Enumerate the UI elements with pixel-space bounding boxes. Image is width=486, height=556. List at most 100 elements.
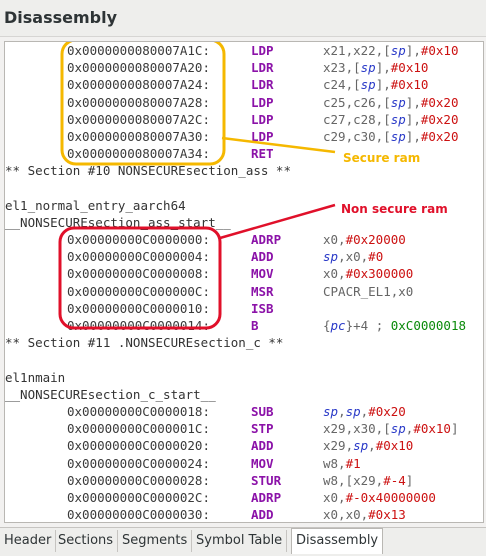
secure-ram-label: Secure ram [343, 151, 421, 165]
operand-token: sp [323, 249, 339, 265]
instruction-row[interactable]: 0x0000000080007A1C: LDP x21,x22,[sp],#0x10 [5, 42, 483, 59]
label-row[interactable]: __NONSECUREsection_ass_start__ [5, 214, 483, 231]
instruction-row[interactable]: 0x0000000080007A30: LDP c29,c30,[sp],#0x20 [5, 128, 483, 145]
instruction-mnemonic: ADD [251, 249, 274, 265]
instruction-operands: sp,sp,#0x20 [323, 403, 406, 420]
tab-segments[interactable]: Segments [118, 530, 193, 552]
instruction-address: 0x00000000C0000000: [67, 232, 210, 248]
instruction-address: 0x00000000C0000008: [67, 266, 210, 282]
operand-token: x0,x0, [323, 507, 369, 523]
tab-sections[interactable]: Sections [54, 530, 119, 552]
operand-token: #-4 [383, 472, 406, 488]
instruction-address: 0x00000000C0000014: [67, 318, 210, 333]
tab-disassembly[interactable]: Disassembly [291, 528, 384, 554]
instruction-row[interactable]: 0x00000000C000002C: ADRP x0,#-0x40000000 [5, 489, 483, 506]
instruction-row[interactable]: 0x00000000C0000028: STUR w8,[x29,#-4] [5, 472, 483, 489]
instruction-address: 0x0000000080007A20: [67, 60, 210, 76]
operand-token: w8, [323, 455, 346, 471]
instruction-row[interactable]: 0x0000000080007A2C: LDP c27,c28,[sp],#0x20 [5, 111, 483, 128]
instruction-row[interactable]: 0x00000000C000001C: STP x29,x30,[sp,#0x10] [5, 420, 483, 437]
instruction-row[interactable]: 0x0000000080007A24: LDR c24,[sp],#0x10 [5, 76, 483, 93]
instruction-row[interactable]: 0x00000000C0000004: ADD sp,x0,#0 [5, 248, 483, 265]
label-text: el1nmain [5, 369, 66, 385]
instruction-operands: x29,x30,[sp,#0x10] [323, 420, 459, 437]
instruction-address: 0x00000000C000002C: [67, 489, 210, 505]
operand-token: x23,[ [323, 60, 361, 76]
operand-token: sp [323, 403, 339, 419]
operand-token: #0x20 [420, 94, 459, 110]
operand-token: c29,c30,[ [323, 128, 391, 144]
operand-token: #0x20000 [345, 232, 406, 248]
label-row[interactable]: ** Section #11 .NONSECUREsection_c ** [5, 334, 483, 351]
instruction-address: 0x0000000080007A30: [67, 128, 210, 144]
label-row[interactable]: el1nmain [5, 369, 483, 386]
operand-token: sp [345, 403, 361, 419]
instruction-mnemonic: LDR [251, 60, 274, 76]
operand-token: #1 [345, 455, 361, 471]
operand-token: sp [360, 77, 376, 93]
tab-header[interactable]: Header [0, 530, 57, 552]
instruction-mnemonic: ADD [251, 507, 274, 523]
operand-token: #0x10 [390, 77, 429, 93]
operand-token: sp [360, 60, 376, 76]
instruction-mnemonic: SUB [251, 403, 274, 419]
operand-token: x29, [323, 438, 354, 454]
operand-token: c25,c26,[ [323, 94, 391, 110]
instruction-row[interactable]: 0x00000000C0000014: B {pc}+4 ; 0xC0000018 [5, 317, 483, 334]
instruction-row[interactable]: 0x00000000C0000030: ADD x0,x0,#0x13 [5, 506, 483, 523]
operand-token: c24,[ [323, 77, 361, 93]
instruction-row[interactable]: 0x00000000C0000008: MOV x0,#0x300000 [5, 265, 483, 282]
instruction-address: 0x0000000080007A24: [67, 77, 210, 93]
disassembly-pane[interactable]: 0x0000000080007A1C: LDP x21,x22,[sp],#0x10… [4, 41, 484, 523]
instruction-row[interactable]: 0x0000000080007A20: LDR x23,[sp],#0x10 [5, 59, 483, 76]
instruction-mnemonic: MOV [251, 266, 274, 282]
tab-symbol-table[interactable]: Symbol Table [192, 530, 288, 552]
label-row[interactable]: __NONSECUREsection_c_start__ [5, 386, 483, 403]
instruction-row[interactable]: 0x00000000C0000018: SUB sp,sp,#0x20 [5, 403, 483, 420]
operand-token: sp [390, 94, 406, 110]
window-title: Disassembly [4, 8, 118, 27]
instruction-mnemonic: MOV [251, 455, 274, 471]
operand-token: #0x300000 [345, 266, 414, 282]
operand-token: x21,x22,[ [323, 43, 391, 58]
operand-token: { [323, 318, 331, 333]
operand-token: ] [450, 421, 459, 437]
instruction-row[interactable]: 0x00000000C0000020: ADD x29,sp,#0x10 [5, 437, 483, 454]
instruction-mnemonic: ADRP [251, 489, 282, 505]
operand-token: x0, [323, 232, 346, 248]
operand-token: #0x10 [420, 43, 459, 58]
instruction-mnemonic: RET [251, 146, 274, 162]
instruction-mnemonic: LDP [251, 94, 274, 110]
instruction-operands: x0,#0x300000 [323, 265, 413, 282]
instruction-mnemonic: B [251, 318, 259, 333]
operand-token: 0xC0000018 [390, 318, 467, 333]
instruction-row[interactable]: 0x00000000C000000C: MSR CPACR_EL1,x0 [5, 283, 483, 300]
operand-token: sp [390, 128, 406, 144]
operand-token: ] [405, 472, 414, 488]
operand-token: ], [405, 128, 421, 144]
instruction-row[interactable]: 0x0000000080007A28: LDP c25,c26,[sp],#0x20 [5, 94, 483, 111]
label-text: el1_normal_entry_aarch64 [5, 197, 186, 213]
instruction-row[interactable]: 0x00000000C0000000: ADRP x0,#0x20000 [5, 231, 483, 248]
operand-token: #0x10 [413, 421, 451, 437]
operand-token: c27,c28,[ [323, 111, 391, 127]
instruction-row[interactable]: 0x00000000C0000010: ISB [5, 300, 483, 317]
instruction-address: 0x0000000080007A28: [67, 94, 210, 110]
instruction-row[interactable]: 0x00000000C0000024: MOV w8,#1 [5, 455, 483, 472]
instruction-operands: x23,[sp],#0x10 [323, 59, 428, 76]
nonsecure-ram-label: Non secure ram [341, 202, 448, 216]
instruction-operands: c29,c30,[sp],#0x20 [323, 128, 459, 145]
operand-token: ,x0, [338, 249, 369, 265]
instruction-operands: x29,sp,#0x10 [323, 437, 413, 454]
label-text: ** Section #11 .NONSECUREsection_c ** [5, 335, 284, 351]
operand-token: sp [390, 421, 406, 437]
operand-token: ], [375, 77, 391, 93]
operand-token: ], [405, 111, 421, 127]
operand-token: #0x10 [375, 438, 414, 454]
operand-token: #0x10 [390, 60, 429, 76]
instruction-operands: x21,x22,[sp],#0x10 [323, 42, 459, 59]
instruction-mnemonic: LDR [251, 77, 274, 93]
instruction-operands: x0,x0,#0x13 [323, 506, 406, 523]
blank-row [5, 180, 483, 197]
label-text: __NONSECUREsection_c_start__ [5, 386, 216, 402]
